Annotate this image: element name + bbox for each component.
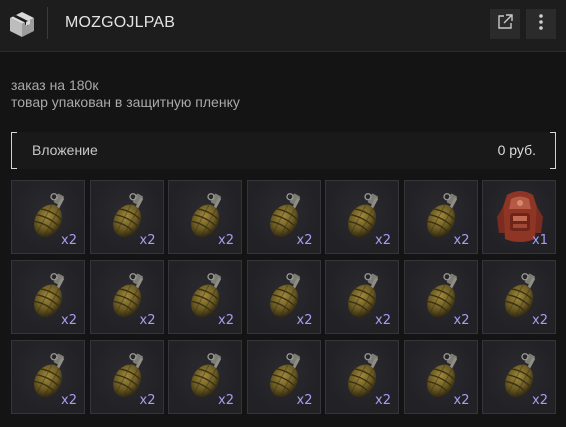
item-quantity: x2 — [453, 313, 470, 328]
item-quantity: x2 — [139, 393, 156, 408]
item-quantity: x2 — [296, 393, 313, 408]
item-slot[interactable]: x2 — [168, 180, 242, 254]
item-quantity: x2 — [296, 233, 313, 248]
message-text: заказ на 180к товар упакован в защитную … — [11, 77, 240, 111]
item-quantity: x2 — [61, 393, 77, 408]
attachment-value: 0 руб. — [497, 142, 536, 158]
item-slot[interactable]: x2 — [325, 260, 399, 334]
message-line-1: заказ на 180к — [11, 77, 99, 93]
item-quantity: x2 — [139, 233, 156, 248]
item-grid: x2 x2 x2 x2 x2 x2 x1 x2 x2 x2 x2 x2 x2 x… — [11, 180, 556, 414]
package-window: MOZGOJLPAB заказ на 180к товар упакован … — [0, 0, 566, 427]
item-quantity: x2 — [139, 313, 156, 328]
more-menu-button[interactable] — [526, 9, 556, 39]
item-quantity: x2 — [61, 233, 77, 248]
item-slot[interactable]: x2 — [403, 180, 478, 254]
item-quantity: x2 — [375, 393, 391, 408]
header-bar: MOZGOJLPAB — [0, 0, 566, 52]
item-quantity: x1 — [532, 233, 548, 248]
item-quantity: x2 — [61, 313, 77, 328]
item-slot[interactable]: x2 — [246, 260, 321, 334]
attachment-field: Вложение 0 руб. — [11, 132, 556, 169]
item-slot[interactable]: x2 — [89, 180, 164, 254]
item-slot[interactable]: x2 — [325, 340, 399, 414]
item-slot[interactable]: x1 — [482, 180, 556, 254]
item-slot[interactable]: x2 — [482, 340, 556, 414]
item-slot[interactable]: x2 — [482, 260, 556, 334]
item-quantity: x2 — [453, 393, 470, 408]
item-quantity: x2 — [218, 233, 234, 248]
message-line-2: товар упакован в защитную пленку — [11, 94, 240, 110]
item-slot[interactable]: x2 — [403, 260, 478, 334]
item-quantity: x2 — [375, 233, 391, 248]
item-quantity: x2 — [375, 313, 391, 328]
vertical-dots-icon — [538, 13, 544, 36]
item-slot[interactable]: x2 — [246, 180, 321, 254]
item-quantity: x2 — [453, 233, 470, 248]
external-link-icon — [496, 13, 514, 36]
item-slot[interactable]: x2 — [11, 180, 85, 254]
item-slot[interactable]: x2 — [168, 260, 242, 334]
attachment-label: Вложение — [32, 142, 98, 158]
item-quantity: x2 — [532, 313, 548, 328]
item-slot[interactable]: x2 — [168, 340, 242, 414]
item-slot[interactable]: x2 — [325, 180, 399, 254]
item-slot[interactable]: x2 — [403, 340, 478, 414]
item-quantity: x2 — [218, 313, 234, 328]
item-slot[interactable]: x2 — [89, 340, 164, 414]
item-quantity: x2 — [532, 393, 548, 408]
item-quantity: x2 — [296, 313, 313, 328]
package-box-icon — [8, 10, 36, 38]
sender-name: MOZGOJLPAB — [65, 14, 176, 31]
header-divider — [47, 7, 48, 39]
item-slot[interactable]: x2 — [11, 260, 85, 334]
open-external-button[interactable] — [490, 9, 520, 39]
item-slot[interactable]: x2 — [11, 340, 85, 414]
item-slot[interactable]: x2 — [246, 340, 321, 414]
item-slot[interactable]: x2 — [89, 260, 164, 334]
item-quantity: x2 — [218, 393, 234, 408]
